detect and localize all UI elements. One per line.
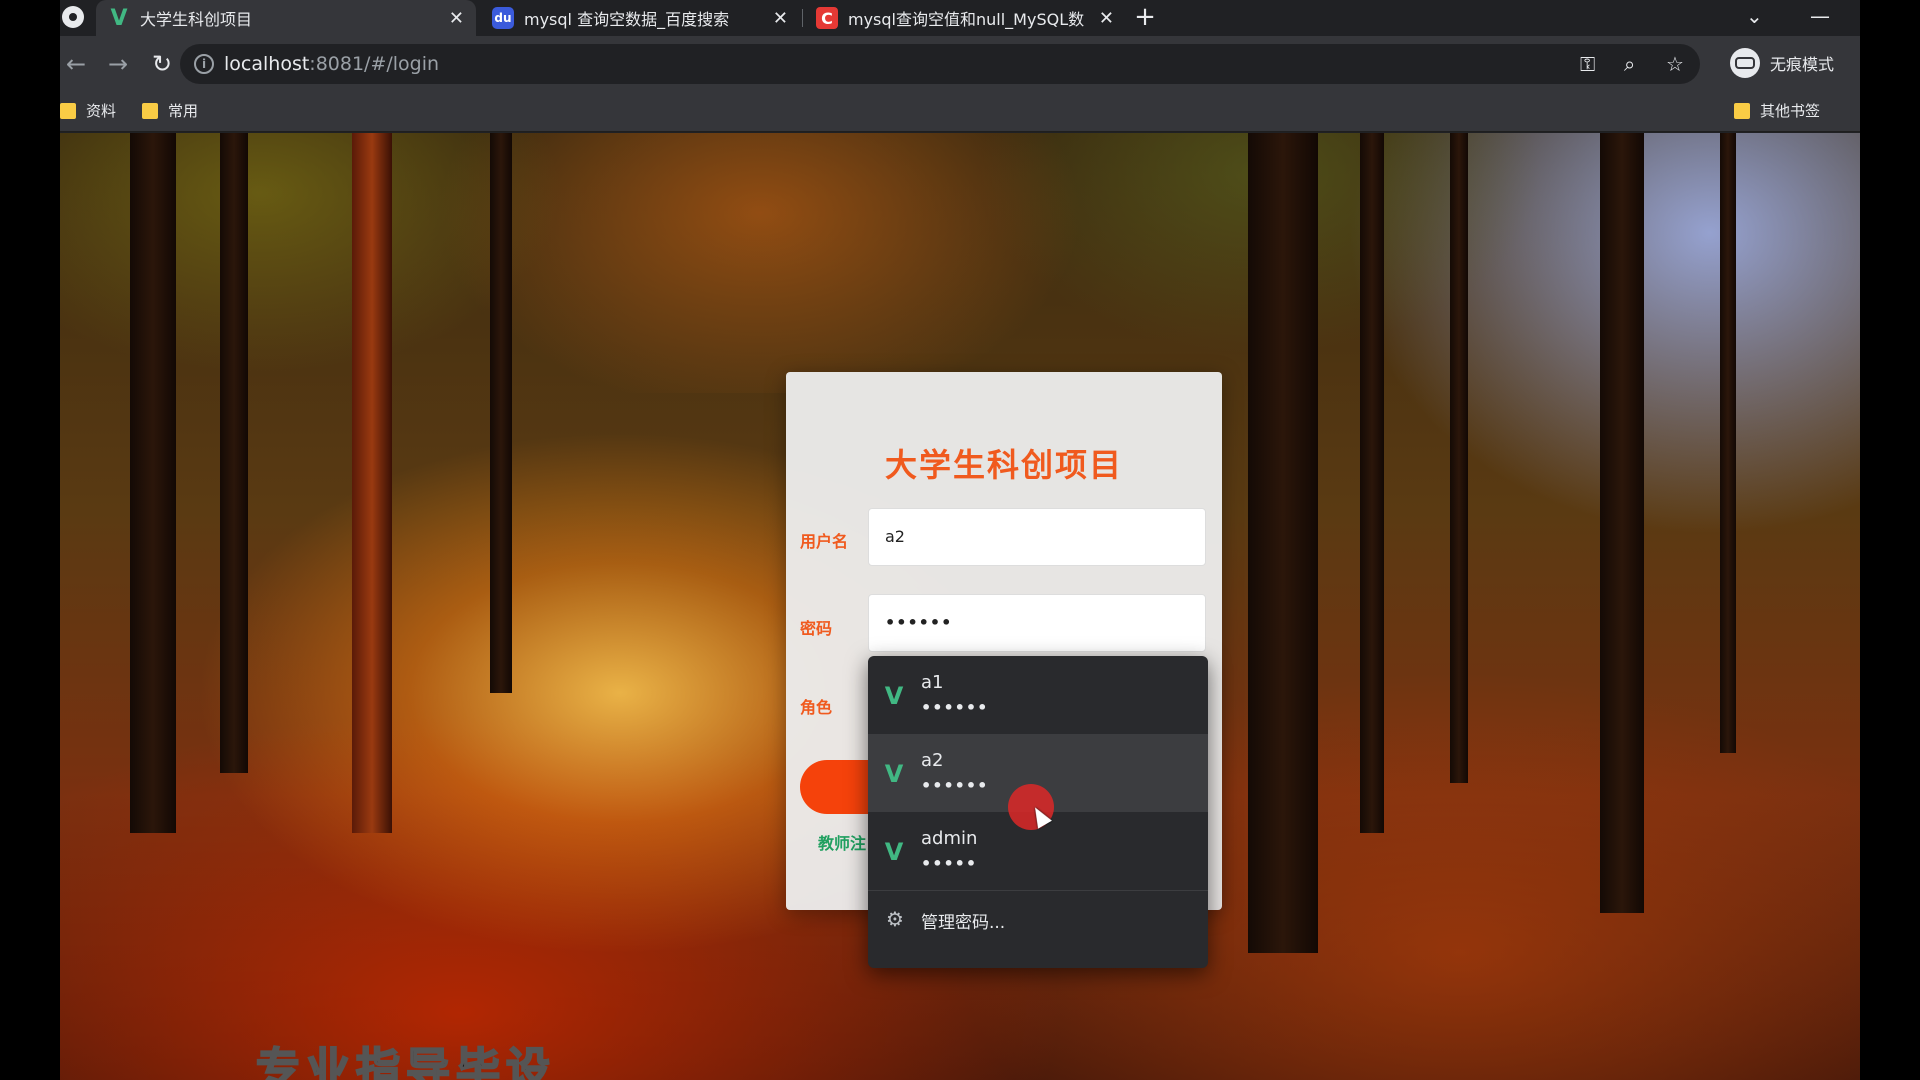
address-toolbar: ← → ↻ i localhost:8081/#/login ⚿ ⌕ ☆ 无痕模… xyxy=(60,36,1860,92)
vue-logo-icon: V xyxy=(884,838,904,866)
autofill-divider xyxy=(868,890,1208,891)
site-info-icon[interactable]: i xyxy=(194,54,214,74)
autofill-item-a1[interactable]: V a1 •••••• xyxy=(868,656,1208,734)
tree-trunk xyxy=(1248,133,1318,953)
video-caption: 专业指导毕设 xyxy=(255,1043,556,1080)
incognito-icon xyxy=(1730,48,1760,78)
autofill-password: ••••• xyxy=(921,854,978,873)
browser-window: V 大学生科创项目 ✕ du mysql 查询空数据_百度搜索 ✕ C mysq… xyxy=(60,0,1860,1080)
address-bar[interactable]: i localhost:8081/#/login ⚿ ⌕ ☆ xyxy=(180,44,1700,84)
tab-title: 大学生科创项目 xyxy=(140,10,253,29)
tab-baidu[interactable]: du mysql 查询空数据_百度搜索 ✕ xyxy=(480,0,800,36)
manage-passwords-label: 管理密码... xyxy=(921,913,1006,933)
tab-title: mysql 查询空数据_百度搜索 xyxy=(524,10,730,29)
tab-strip: V 大学生科创项目 ✕ du mysql 查询空数据_百度搜索 ✕ C mysq… xyxy=(60,0,1860,36)
autofill-username: admin xyxy=(921,828,978,849)
vue-logo-icon: V xyxy=(884,682,904,710)
bookmark-folder-ziliao[interactable]: 资料 xyxy=(60,100,116,121)
autofill-password: •••••• xyxy=(921,698,989,717)
tree-trunk xyxy=(490,133,512,693)
vue-logo-icon: V xyxy=(884,760,904,788)
gear-icon: ⚙ xyxy=(886,907,904,931)
url-text[interactable]: localhost:8081/#/login xyxy=(224,53,439,75)
tree-trunk xyxy=(1450,133,1468,783)
teacher-register-link[interactable]: 教师注 xyxy=(818,830,866,854)
other-bookmarks[interactable]: 其他书签 xyxy=(1734,100,1820,121)
tree-trunk xyxy=(1720,133,1736,753)
tab-csdn[interactable]: C mysql查询空值和null_MySQL数 ✕ xyxy=(804,0,1126,36)
reload-icon[interactable]: ↻ xyxy=(146,48,178,80)
bookmarks-bar: 资料 常用 其他书签 xyxy=(60,92,1860,132)
autofill-username: a2 xyxy=(921,750,944,771)
bookmark-label: 其他书签 xyxy=(1760,102,1821,120)
role-label: 角色 xyxy=(800,698,833,717)
folder-icon xyxy=(60,102,76,119)
new-tab-button[interactable]: + xyxy=(1130,2,1160,32)
forward-arrow-icon[interactable]: → xyxy=(102,48,134,80)
bookmark-label: 常用 xyxy=(168,102,199,120)
tree-trunk xyxy=(1600,133,1644,913)
tree-trunk xyxy=(352,133,392,833)
bookmark-folder-changyong[interactable]: 常用 xyxy=(142,100,198,121)
forest-canopy xyxy=(60,133,1860,393)
close-icon[interactable]: ✕ xyxy=(449,8,464,29)
tree-trunk xyxy=(1360,133,1384,833)
tree-trunk xyxy=(130,133,176,833)
tab-title: mysql查询空值和null_MySQL数 xyxy=(848,10,1085,29)
username-label: 用户名 xyxy=(800,532,849,551)
password-input[interactable]: •••••• xyxy=(868,594,1206,652)
tree-trunk xyxy=(220,133,248,773)
baidu-paw-icon: du xyxy=(492,7,514,29)
login-title: 大学生科创项目 xyxy=(884,446,1123,484)
key-icon[interactable]: ⚿ xyxy=(1580,52,1595,76)
close-icon[interactable]: ✕ xyxy=(1099,8,1114,29)
bookmark-label: 资料 xyxy=(86,102,117,120)
back-arrow-icon[interactable]: ← xyxy=(60,48,92,80)
folder-icon xyxy=(142,102,158,119)
minimize-button[interactable]: — xyxy=(1810,4,1830,28)
csdn-logo-icon: C xyxy=(816,7,838,29)
close-icon[interactable]: ✕ xyxy=(773,8,788,29)
username-input[interactable]: a2 xyxy=(868,508,1206,566)
vue-logo-icon: V xyxy=(110,5,128,31)
autofill-username: a1 xyxy=(921,672,944,693)
folder-icon xyxy=(1734,102,1750,119)
browser-logo-icon[interactable] xyxy=(62,6,84,28)
zoom-icon[interactable]: ⌕ xyxy=(1624,52,1635,76)
password-label: 密码 xyxy=(800,619,833,638)
tab-active[interactable]: V 大学生科创项目 ✕ xyxy=(96,0,476,36)
incognito-profile[interactable]: 无痕模式 xyxy=(1730,48,1834,78)
autofill-password: •••••• xyxy=(921,776,989,795)
tab-search-chevron-icon[interactable]: ⌄ xyxy=(1746,4,1763,28)
bookmark-star-icon[interactable]: ☆ xyxy=(1666,52,1684,76)
profile-label: 无痕模式 xyxy=(1770,55,1835,74)
manage-passwords-item[interactable]: ⚙ 管理密码... xyxy=(868,892,1208,947)
tab-separator xyxy=(802,9,803,27)
